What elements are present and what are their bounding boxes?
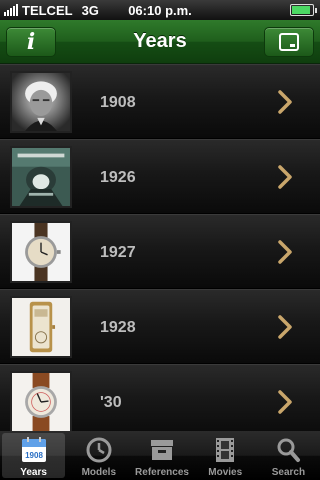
tab-years[interactable]: 1908 Years [2,433,66,478]
list-item[interactable]: 1908 [0,64,320,139]
years-list: 1908 1926 1927 1928 '30 [0,64,320,431]
leather-strap-watch-thumbnail [10,371,72,431]
tab-bar: 1908 Years Models References Movies Sear… [0,431,320,480]
navigation-bar: i Years [0,20,320,64]
calendar-icon: 1908 [21,437,46,462]
search-icon [277,438,301,462]
round-watch-thumbnail [10,221,72,283]
tab-search[interactable]: Search [257,431,320,480]
chevron-right-icon [278,315,292,339]
tab-label: Years [20,467,47,478]
tab-label: Models [81,467,117,478]
vintage-photo-thumbnail [10,146,72,208]
chevron-right-icon [278,90,292,114]
list-item[interactable]: '30 [0,364,320,431]
film-icon [216,438,235,462]
tab-references[interactable]: References [130,431,193,480]
chevron-right-icon [278,165,292,189]
archive-icon [151,440,173,460]
tab-label: Movies [208,467,243,478]
year-label: '30 [100,394,122,411]
year-label: 1928 [100,319,136,336]
list-item[interactable]: 1927 [0,214,320,289]
tab-models[interactable]: Models [67,431,130,480]
portrait-photo-thumbnail [10,71,72,133]
year-label: 1908 [100,94,136,111]
clock-icon [86,437,112,463]
tab-label: Search [271,467,306,478]
list-item[interactable]: 1926 [0,139,320,214]
status-bar: TELCEL 3G 06:10 p.m. [0,0,320,20]
screen-button[interactable] [264,27,314,57]
screen-icon [279,33,299,51]
year-label: 1927 [100,244,136,261]
chevron-right-icon [278,390,292,414]
battery-icon [290,4,317,16]
year-label: 1926 [100,169,136,186]
status-time: 06:10 p.m. [128,3,192,18]
rectangular-watch-thumbnail [10,296,72,358]
tab-label: References [135,467,189,478]
list-item[interactable]: 1928 [0,289,320,364]
tab-movies[interactable]: Movies [194,431,257,480]
chevron-right-icon [278,240,292,264]
battery-level-fill [292,6,310,14]
calendar-icon-text: 1908 [25,451,43,460]
